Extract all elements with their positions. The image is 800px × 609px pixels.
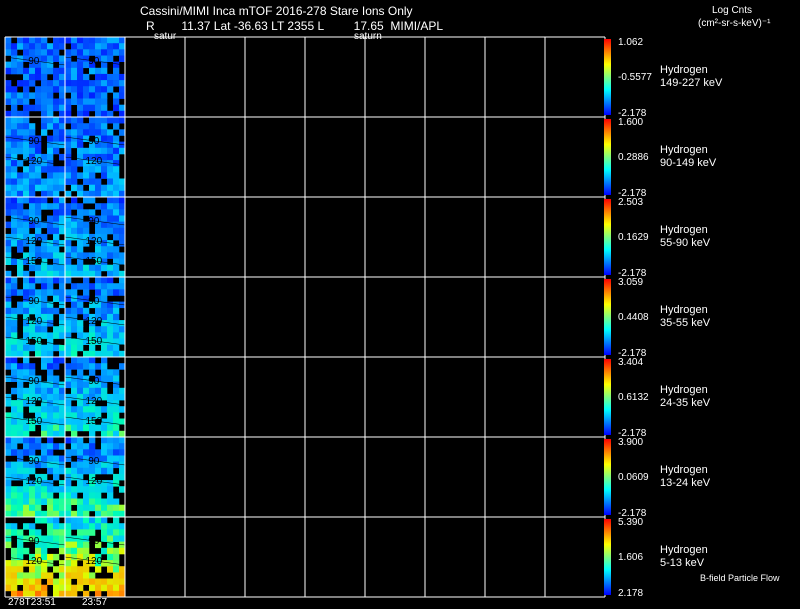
contour-label-6-1-1: 120 — [85, 556, 102, 567]
species-name: Hydrogen — [660, 544, 708, 556]
panel-label-2: Hydrogen 55-90 keV — [660, 224, 710, 250]
energy-range: 90-149 keV — [660, 157, 717, 169]
contour-label-6-0-1: 120 — [25, 556, 42, 567]
contour-label-2-1-1: 120 — [85, 236, 102, 247]
contour-label-2-0-0: 90 — [28, 216, 40, 227]
contour-label-3-1-1: 120 — [85, 316, 102, 327]
energy-range: 24-35 keV — [660, 397, 711, 409]
contour-label-6-1-0: 90 — [88, 536, 100, 547]
colorbar-0 — [604, 39, 611, 115]
contour-label-3-1-0: 90 — [88, 296, 100, 307]
colorbar-5 — [604, 439, 611, 515]
colorbar-max-2: 2.503 — [618, 197, 644, 208]
contour-label-0-0-0: 90 — [28, 56, 40, 67]
colorbar-mid-3: 0.4408 — [618, 312, 649, 323]
contour-label-5-0-0: 90 — [28, 456, 40, 467]
contour-label-4-0-0: 90 — [28, 376, 40, 387]
species-name: Hydrogen — [660, 144, 708, 156]
colorbar-max-1: 1.600 — [618, 117, 644, 128]
colorbar-mid-5: 0.0609 — [618, 472, 649, 483]
colorbar-3 — [604, 279, 611, 355]
panel-label-4: Hydrogen 24-35 keV — [660, 384, 710, 410]
colorbar-mid-4: 0.6132 — [618, 392, 649, 403]
energy-range: 55-90 keV — [660, 237, 711, 249]
colorbar-mid-2: 0.1629 — [618, 232, 649, 243]
colorbar-max-0: 1.062 — [618, 37, 644, 48]
x-tick-label-2: 23:57 — [82, 597, 108, 608]
contour-label-2-1-0: 90 — [88, 216, 100, 227]
heatmap-image-0-0 — [4, 37, 66, 118]
contour-label-4-1-0: 90 — [88, 376, 100, 387]
contour-label-2-1-2: 150 — [85, 256, 102, 267]
panel-label-3: Hydrogen 35-55 keV — [660, 304, 710, 330]
colorbar-min-6: 2.178 — [618, 588, 644, 599]
heatmap-image-0-1 — [64, 37, 126, 118]
contour-label-1-1-0: 90 — [88, 136, 100, 147]
contour-label-1-1-1: 120 — [85, 156, 102, 167]
contour-label-4-1-2: 150 — [85, 416, 102, 427]
colorbar-max-3: 3.059 — [618, 277, 644, 288]
colorbar-2 — [604, 199, 611, 275]
panel-label-1: Hydrogen 90-149 keV — [660, 144, 716, 170]
energy-range: 149-227 keV — [660, 77, 723, 89]
species-name: Hydrogen — [660, 224, 708, 236]
species-name: Hydrogen — [660, 64, 708, 76]
contour-label-6-0-0: 90 — [28, 536, 40, 547]
colorbar-mid-0: -0.5577 — [618, 72, 652, 83]
contour-label-1-0-0: 90 — [28, 136, 40, 147]
contour-label-5-0-1: 120 — [25, 476, 42, 487]
panel-label-5: Hydrogen 13-24 keV — [660, 464, 710, 490]
colorbar-1 — [604, 119, 611, 195]
contour-label-2-0-1: 120 — [25, 236, 42, 247]
contour-label-3-0-1: 120 — [25, 316, 42, 327]
contour-label-4-0-2: 150 — [25, 416, 42, 427]
panel-label-6: Hydrogen 5-13 keV — [660, 544, 708, 570]
contour-label-4-1-1: 120 — [85, 396, 102, 407]
contour-label-5-1-1: 120 — [85, 476, 102, 487]
colorbar-6 — [604, 519, 611, 595]
contour-label-3-1-2: 150 — [85, 336, 102, 347]
energy-range: 5-13 keV — [660, 557, 705, 569]
species-name: Hydrogen — [660, 384, 708, 396]
energy-range: 13-24 keV — [660, 477, 711, 489]
energy-range: 35-55 keV — [660, 317, 711, 329]
colorbar-max-6: 5.390 — [618, 517, 644, 528]
contour-label-1-0-1: 120 — [25, 156, 42, 167]
contour-label-2-0-2: 150 — [25, 256, 42, 267]
colorbar-mid-1: 0.2886 — [618, 152, 649, 163]
contour-label-0-1-0: 90 — [88, 56, 100, 67]
bfield-note: B-field Particle Flow — [700, 573, 780, 583]
colorbar-mid-6: 1.606 — [618, 552, 644, 563]
panel-label-0: Hydrogen 149-227 keV — [660, 64, 722, 90]
colorbar-4 — [604, 359, 611, 435]
x-tick-label-1: 278T23:51 — [8, 597, 56, 608]
colorbar-max-4: 3.404 — [618, 357, 644, 368]
contour-label-4-0-1: 120 — [25, 396, 42, 407]
colorbar-max-5: 3.900 — [618, 437, 644, 448]
contour-label-5-1-0: 90 — [88, 456, 100, 467]
species-name: Hydrogen — [660, 304, 708, 316]
contour-label-3-0-0: 90 — [28, 296, 40, 307]
contour-label-3-0-2: 150 — [25, 336, 42, 347]
species-name: Hydrogen — [660, 464, 708, 476]
